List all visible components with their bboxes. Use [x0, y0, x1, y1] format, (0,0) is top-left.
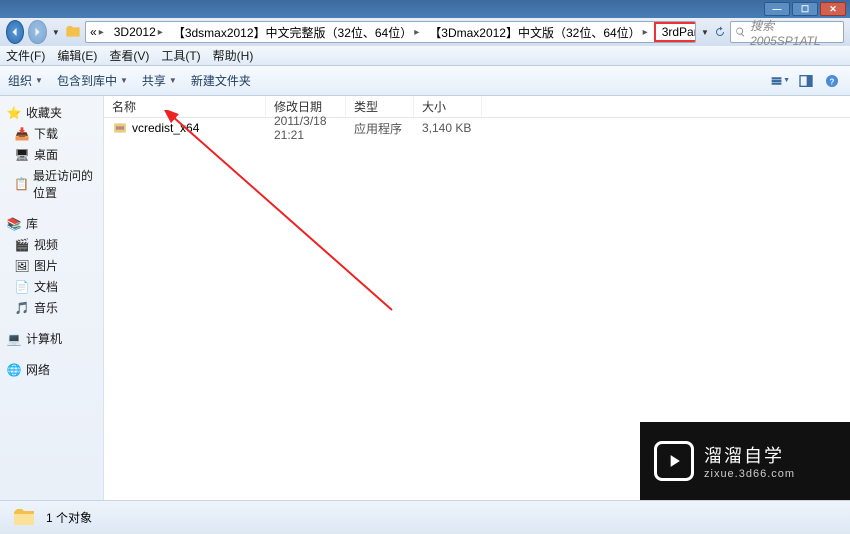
recent-icon: 📋 — [14, 176, 29, 192]
file-type: 应用程序 — [346, 120, 414, 137]
folder-large-icon — [10, 506, 38, 530]
breadcrumb-overflow[interactable]: «▸ — [86, 22, 110, 42]
sidebar-favorites[interactable]: ⭐收藏夹 — [4, 102, 99, 123]
search-placeholder: 搜索 2005SP1ATL — [750, 17, 839, 48]
file-date: 2011/3/18 21:21 — [266, 114, 346, 142]
breadcrumb-highlight: 3rdParty▸ x64▸ VCRedist▸ 2005SP1ATL — [654, 22, 696, 42]
share-button[interactable]: 共享▼ — [142, 72, 177, 89]
refresh-button[interactable] — [714, 21, 726, 43]
menu-tools[interactable]: 工具(T) — [161, 47, 200, 64]
address-dropdown[interactable]: ▼ — [700, 21, 710, 43]
file-size: 3,140 KB — [414, 121, 482, 135]
col-type[interactable]: 类型 — [346, 96, 414, 117]
annotation-arrow — [162, 110, 422, 330]
include-library-button[interactable]: 包含到库中▼ — [57, 72, 128, 89]
sidebar-network[interactable]: 🌐网络 — [4, 359, 99, 380]
menu-bar: 文件(F) 编辑(E) 查看(V) 工具(T) 帮助(H) — [0, 46, 850, 66]
status-bar: 1 个对象 — [0, 500, 850, 534]
sidebar-documents[interactable]: 📄文档 — [4, 276, 99, 297]
breadcrumb-seg-3[interactable]: 3rdParty▸ — [658, 24, 696, 40]
network-icon: 🌐 — [6, 362, 22, 378]
computer-icon: 💻 — [6, 331, 22, 347]
watermark: 溜溜自学 zixue.3d66.com — [640, 422, 850, 500]
file-name: vcredist_x64 — [132, 121, 199, 135]
nav-sidebar: ⭐收藏夹 📥下载 🖥桌面 📋最近访问的位置 📚库 🎬视频 🖼图片 📄文档 🎵音乐… — [0, 96, 104, 500]
menu-file[interactable]: 文件(F) — [6, 47, 45, 64]
title-bar: — ☐ ✕ — [0, 0, 850, 18]
minimize-button[interactable]: — — [764, 2, 790, 16]
sidebar-pictures[interactable]: 🖼图片 — [4, 255, 99, 276]
address-bar: ▼ «▸ 3D2012▸ 【3dsmax2012】中文完整版（32位、64位）▸… — [0, 18, 850, 46]
sidebar-computer[interactable]: 💻计算机 — [4, 328, 99, 349]
sidebar-recent[interactable]: 📋最近访问的位置 — [4, 165, 99, 203]
preview-pane-button[interactable] — [796, 71, 816, 91]
search-icon — [735, 26, 746, 38]
menu-edit[interactable]: 编辑(E) — [57, 47, 97, 64]
status-count: 1 个对象 — [46, 509, 92, 526]
svg-text:?: ? — [830, 77, 835, 86]
sidebar-libraries[interactable]: 📚库 — [4, 213, 99, 234]
help-button[interactable]: ? — [822, 71, 842, 91]
sidebar-desktop[interactable]: 🖥桌面 — [4, 144, 99, 165]
sidebar-music[interactable]: 🎵音乐 — [4, 297, 99, 318]
breadcrumb[interactable]: «▸ 3D2012▸ 【3dsmax2012】中文完整版（32位、64位）▸ 【… — [85, 21, 696, 43]
col-size[interactable]: 大小 — [414, 96, 482, 117]
library-icon: 📚 — [6, 216, 22, 232]
breadcrumb-seg-1[interactable]: 【3dsmax2012】中文完整版（32位、64位）▸ — [169, 22, 425, 42]
desktop-icon: 🖥 — [14, 147, 30, 163]
watermark-url: zixue.3d66.com — [704, 468, 795, 480]
organize-button[interactable]: 组织▼ — [8, 72, 43, 89]
folder-icon — [65, 24, 81, 40]
col-name[interactable]: 名称 — [104, 96, 266, 117]
sidebar-downloads[interactable]: 📥下载 — [4, 123, 99, 144]
nav-back-button[interactable] — [6, 20, 24, 44]
breadcrumb-seg-2[interactable]: 【3Dmax2012】中文版（32位、64位）▸ — [425, 22, 653, 42]
watermark-title: 溜溜自学 — [704, 442, 795, 468]
nav-forward-button[interactable] — [28, 20, 46, 44]
music-icon: 🎵 — [14, 300, 30, 316]
search-input[interactable]: 搜索 2005SP1ATL — [730, 21, 844, 43]
menu-help[interactable]: 帮助(H) — [213, 47, 254, 64]
file-row[interactable]: vcredist_x64 2011/3/18 21:21 应用程序 3,140 … — [104, 118, 850, 138]
download-icon: 📥 — [14, 126, 30, 142]
column-headers: 名称 修改日期 类型 大小 — [104, 96, 850, 118]
view-options-button[interactable]: ▼ — [770, 71, 790, 91]
toolbar: 组织▼ 包含到库中▼ 共享▼ 新建文件夹 ▼ ? — [0, 66, 850, 96]
maximize-button[interactable]: ☐ — [792, 2, 818, 16]
sidebar-videos[interactable]: 🎬视频 — [4, 234, 99, 255]
new-folder-button[interactable]: 新建文件夹 — [191, 72, 251, 89]
nav-history-dropdown[interactable]: ▼ — [51, 21, 61, 43]
watermark-logo — [654, 441, 694, 481]
document-icon: 📄 — [14, 279, 30, 295]
close-button[interactable]: ✕ — [820, 2, 846, 16]
breadcrumb-seg-0[interactable]: 3D2012▸ — [110, 22, 169, 42]
picture-icon: 🖼 — [14, 258, 30, 274]
star-icon: ⭐ — [6, 105, 22, 121]
menu-view[interactable]: 查看(V) — [109, 47, 149, 64]
video-icon: 🎬 — [14, 237, 30, 253]
exe-icon — [112, 120, 128, 136]
